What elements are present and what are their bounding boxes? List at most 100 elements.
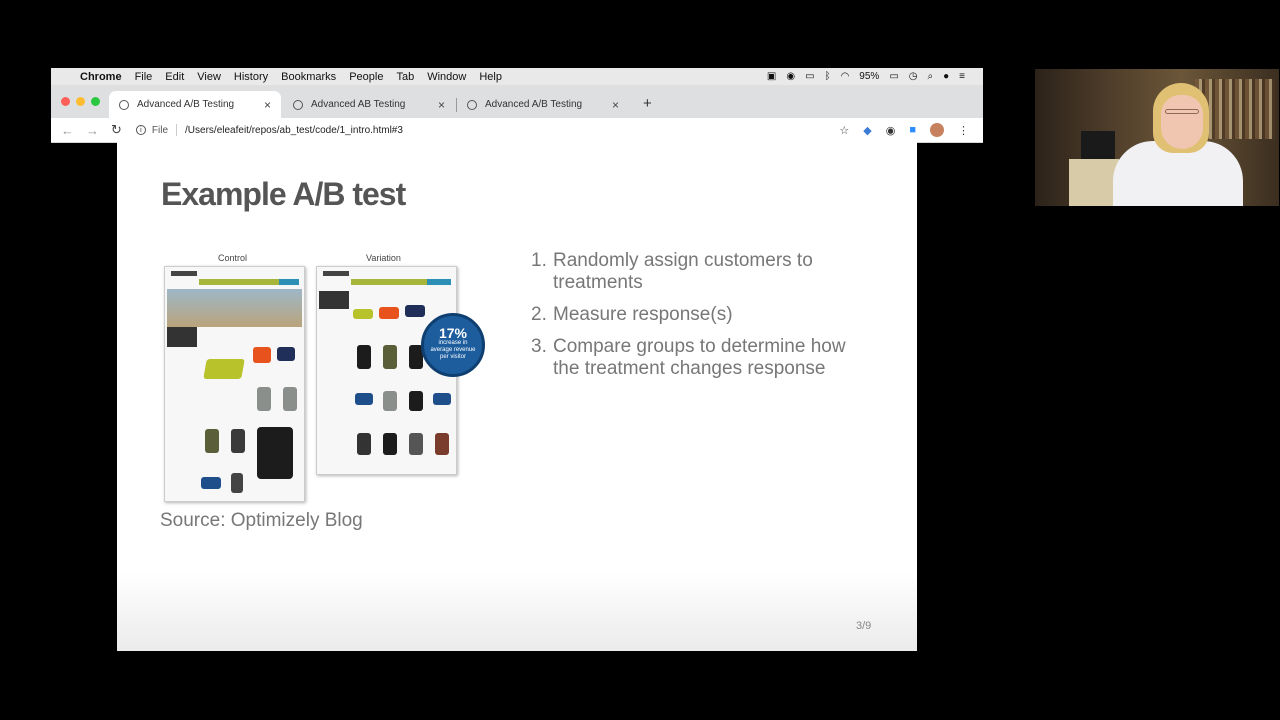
sock-navy (405, 305, 425, 317)
sock-navy (277, 347, 295, 361)
list-item: 2. Measure response(s) (531, 304, 733, 325)
back-arrow-icon[interactable]: ← (61, 123, 74, 138)
menu-people[interactable]: People (349, 71, 383, 83)
chrome-menu-icon[interactable]: ⋮ (958, 124, 969, 137)
tab-close-icon[interactable]: × (612, 98, 619, 112)
window-close-button[interactable] (61, 97, 70, 106)
figure-source: Source: Optimizely Blog (160, 510, 363, 531)
desk-object (1081, 131, 1115, 159)
menu-history[interactable]: History (234, 71, 268, 83)
list-item: 3. Compare groups to determine how the tr… (531, 336, 846, 379)
sock-blue (433, 393, 451, 405)
nav-bar (351, 279, 431, 285)
sock-olive (205, 429, 219, 453)
status-1password-icon[interactable]: ◉ (786, 71, 795, 82)
sock-grey (257, 387, 271, 411)
category-box (167, 327, 197, 347)
reload-icon[interactable]: ↻ (111, 122, 122, 138)
person-face (1161, 95, 1203, 149)
sock-orange (253, 347, 271, 363)
browser-toolbar: ← → ↻ i File /Users/eleafeit/repos/ab_te… (51, 118, 983, 143)
logo (323, 271, 349, 276)
sock-blue (355, 393, 373, 405)
menu-edit[interactable]: Edit (165, 71, 184, 83)
tab-2[interactable]: Advanced AB Testing × (283, 91, 455, 118)
hero-image (167, 289, 302, 327)
extension-icon[interactable]: ◆ (863, 124, 871, 137)
menu-bookmarks[interactable]: Bookmarks (281, 71, 336, 83)
sock-blue (201, 477, 221, 489)
menu-status-area: ▣ ◉ ▭ ᛒ ◠ 95% ▭ ◷ ⌕ ● ≡ (767, 71, 965, 82)
window-minimize-button[interactable] (76, 97, 85, 106)
steps-list: 1. Randomly assign customers to treatment… (531, 250, 871, 390)
battery-icon[interactable]: ▭ (889, 71, 898, 82)
forward-arrow-icon[interactable]: → (86, 123, 99, 138)
nav-button (279, 279, 299, 285)
ab-test-figure: Control Variation 17% increase in averag… (163, 250, 485, 505)
battery-percent[interactable]: 95% (859, 71, 879, 82)
spotlight-search-icon[interactable]: ⌕ (928, 71, 934, 82)
sock-green (203, 359, 245, 379)
list-item: 1. Randomly assign customers to treatment… (531, 250, 813, 293)
sock-black-large (257, 427, 293, 479)
password-extension-icon[interactable]: ◉ (886, 124, 896, 137)
badge-percent: 17% (438, 325, 468, 341)
menu-tab[interactable]: Tab (396, 71, 414, 83)
sock-grey (283, 387, 297, 411)
tab-label: Advanced A/B Testing (137, 99, 235, 110)
sock-black (409, 391, 423, 411)
sock-dark (357, 433, 371, 455)
toolbar-icons: ☆ ◆ ◉ ■ ⋮ (839, 123, 969, 137)
badge-text: increase in average revenue per visitor (430, 340, 476, 360)
notification-center-icon[interactable]: ≡ (959, 71, 965, 82)
slide-page-number: 3/9 (856, 620, 872, 632)
menu-file[interactable]: File (135, 71, 153, 83)
menu-window[interactable]: Window (427, 71, 466, 83)
tab-close-icon[interactable]: × (264, 98, 271, 112)
url-scheme[interactable]: File (152, 125, 168, 136)
omnibox-divider (176, 124, 178, 136)
cabinet (1069, 159, 1119, 206)
variation-label: Variation (366, 253, 401, 263)
address-bar-url[interactable]: /Users/eleafeit/repos/ab_test/code/1_int… (185, 125, 403, 136)
sock-olive (383, 345, 397, 369)
menu-app-name[interactable]: Chrome (80, 71, 122, 83)
siri-icon[interactable]: ● (943, 71, 949, 82)
menu-help[interactable]: Help (479, 71, 502, 83)
sock-green (353, 309, 373, 319)
airplay-icon[interactable]: ▭ (805, 71, 814, 82)
window-zoom-button[interactable] (91, 97, 100, 106)
tab-1[interactable]: Advanced A/B Testing × (109, 91, 281, 118)
zoom-extension-icon[interactable]: ■ (909, 124, 916, 136)
tab-label: Advanced AB Testing (311, 99, 406, 110)
category-box (319, 291, 349, 309)
wifi-icon[interactable]: ◠ (841, 71, 850, 82)
sock-orange (379, 307, 399, 319)
globe-icon (467, 99, 477, 110)
sock-grey (409, 433, 423, 455)
control-page-image (164, 266, 305, 502)
bluetooth-icon[interactable]: ᛒ (825, 71, 831, 82)
webcam-video (1035, 69, 1279, 206)
glasses-icon (1165, 109, 1199, 114)
new-tab-button[interactable]: + (643, 95, 652, 112)
time-machine-icon[interactable]: ◷ (909, 71, 918, 82)
sock-black (357, 345, 371, 369)
status-app-icon[interactable]: ▣ (767, 71, 776, 82)
sock-grey (383, 391, 397, 411)
seventeen-percent-badge: 17% increase in average revenue per visi… (421, 313, 485, 377)
sock-stripe (231, 473, 243, 493)
browser-tab-strip: Advanced A/B Testing × Advanced AB Testi… (51, 85, 983, 118)
sock-red (435, 433, 449, 455)
tab-3[interactable]: Advanced A/B Testing × (457, 91, 629, 118)
profile-avatar[interactable] (930, 123, 944, 137)
mac-menu-bar: Chrome File Edit View History Bookmarks … (51, 68, 983, 85)
sock-dark (231, 429, 245, 453)
bookmark-star-icon[interactable]: ☆ (839, 124, 849, 137)
globe-icon (293, 99, 303, 110)
tab-close-icon[interactable]: × (438, 98, 445, 112)
logo (171, 271, 197, 276)
menu-view[interactable]: View (197, 71, 221, 83)
globe-icon (119, 99, 129, 110)
info-icon[interactable]: i (135, 125, 146, 135)
